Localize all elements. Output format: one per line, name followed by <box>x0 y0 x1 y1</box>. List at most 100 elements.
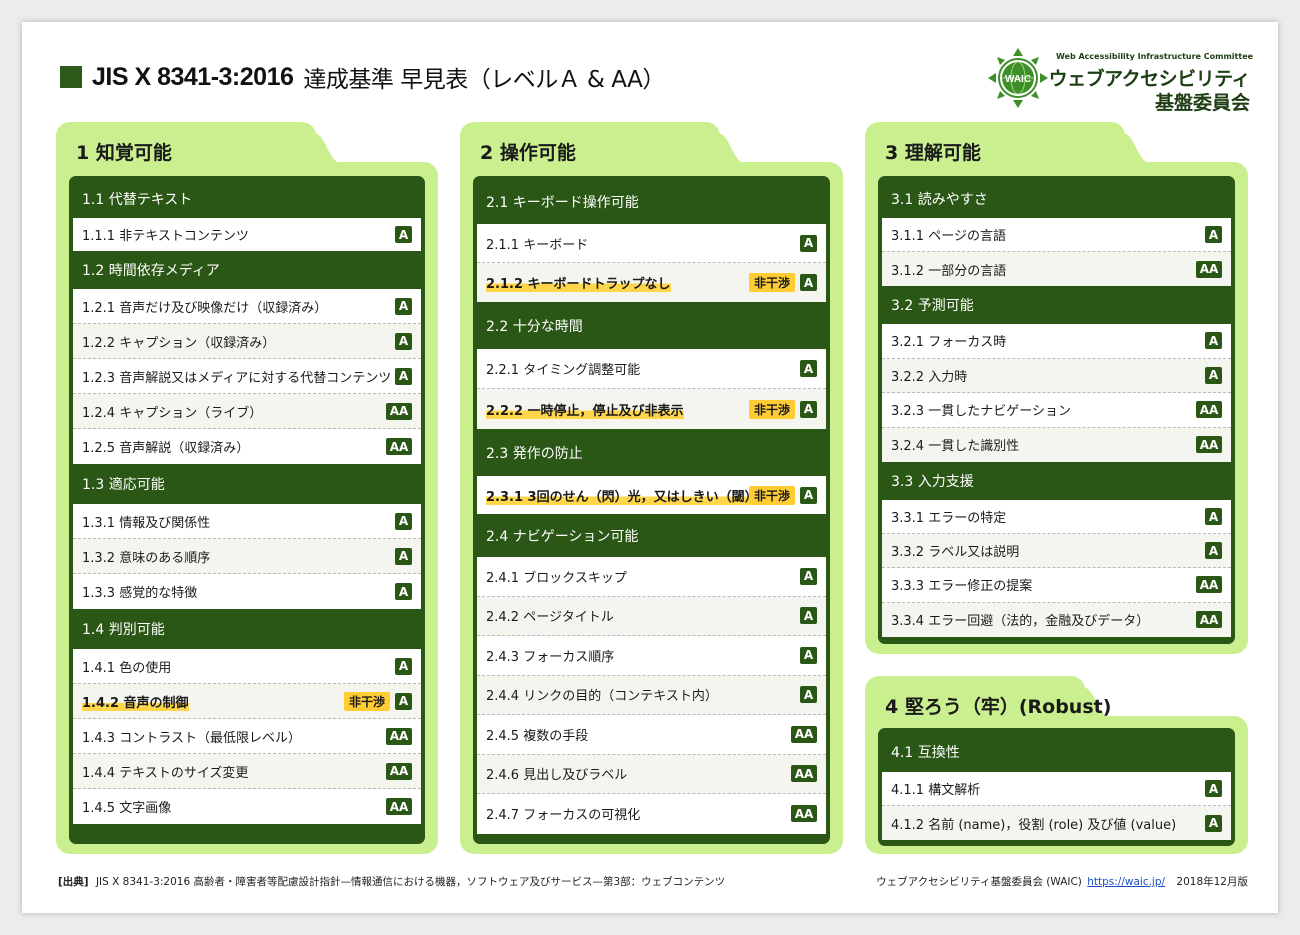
criterion-label-text: 2.4.3 フォーカス順序 <box>486 649 615 665</box>
level-badge: A <box>395 297 412 315</box>
criterion-label: 1.2.1 音声だけ及び映像だけ（収録済み） <box>82 297 395 316</box>
level-badge: A <box>800 274 817 291</box>
criterion-row: 3.2.4 一貫した識別性 AA <box>882 427 1231 462</box>
footer-source-label: [出典] <box>58 876 89 888</box>
criterion-label: 4.1.2 名前 (name)，役割 (role) 及び値 (value) <box>891 814 1205 833</box>
criterion-label: 3.2.2 入力時 <box>891 366 1205 385</box>
logo-japanese-name-1: ウェブアクセシビリティ <box>1048 68 1251 90</box>
criterion-row: 1.2.5 音声解説（収録済み） AA <box>73 429 421 464</box>
principle-title: 1 知覚可能 <box>76 142 172 164</box>
criterion-label: 3.2.1 フォーカス時 <box>891 331 1205 350</box>
waic-logo: WAIC Web Accessibility Infrastructure Co… <box>984 44 1254 116</box>
criterion-row: 2.1.1 キーボード A <box>477 224 826 263</box>
criterion-label: 3.1.2 一部分の言語 <box>891 260 1196 279</box>
criterion-row: 1.3.3 感覚的な特徴 A <box>73 574 421 609</box>
level-badge: AA <box>791 725 817 743</box>
footer-source: [出典] JIS X 8341-3:2016 高齢者・障害者等配慮設計指針—情報… <box>58 874 725 889</box>
level-badge: A <box>395 692 412 710</box>
level-badge: A <box>395 332 412 350</box>
title-square-icon <box>60 66 82 88</box>
noninterference-badge: 非干渉 <box>343 691 390 711</box>
svg-text:WAIC: WAIC <box>1005 74 1031 85</box>
noninterference-badge: 非干渉 <box>748 273 795 292</box>
footer-link[interactable]: https://waic.jp/ <box>1087 876 1165 888</box>
level-badge: A <box>1205 508 1222 526</box>
criterion-row: 2.4.3 フォーカス順序 A <box>477 636 826 676</box>
criterion-label-text: 2.2.2 一時停止，停止及び非表示 <box>486 403 684 419</box>
criterion-row: 1.4.1 色の使用 A <box>73 649 421 684</box>
level-badge: A <box>800 400 817 418</box>
criterion-label: 2.3.1 3回のせん（閃）光，又はしきい（閾）値以下 <box>486 486 749 505</box>
criterion-label: 1.1.1 非テキストコンテンツ <box>82 225 395 244</box>
criterion-label-text: 3.3.2 ラベル又は説明 <box>891 545 1020 561</box>
logo-japanese-name-2: 基盤委員会 <box>1154 92 1250 114</box>
criterion-label-text: 3.3.3 エラー修正の提案 <box>891 579 1033 595</box>
criterion-label-text: 1.4.1 色の使用 <box>82 660 172 676</box>
criterion-row: 1.4.3 コントラスト（最低限レベル） AA <box>73 719 421 754</box>
criterion-label: 3.2.3 一貫したナビゲーション <box>891 400 1196 419</box>
level-badge: A <box>1205 366 1222 384</box>
criterion-row: 1.4.5 文字画像 AA <box>73 789 421 824</box>
principle-title: 2 操作可能 <box>480 142 576 164</box>
level-badge: AA <box>1196 260 1222 278</box>
criterion-label-text: 1.1.1 非テキストコンテンツ <box>82 229 249 244</box>
criterion-label: 2.4.4 リンクの目的（コンテキスト内） <box>486 685 800 704</box>
criterion-label: 3.3.1 エラーの特定 <box>891 507 1205 526</box>
criterion-row: 3.1.1 ページの言語 A <box>882 218 1231 252</box>
criterion-label-text: 2.4.2 ページタイトル <box>486 610 614 626</box>
criterion-row: 1.2.1 音声だけ及び映像だけ（収録済み） A <box>73 289 421 324</box>
criterion-row: 2.4.2 ページタイトル A <box>477 596 826 636</box>
criterion-label: 2.4.2 ページタイトル <box>486 606 800 625</box>
noninterference-badge: 非干渉 <box>748 399 795 419</box>
criterion-row: 1.2.4 キャプション（ライブ） AA <box>73 394 421 429</box>
level-badge: A <box>800 360 817 377</box>
criterion-row: 3.3.2 ラベル又は説明 A <box>882 534 1231 569</box>
level-badge: AA <box>1196 401 1222 419</box>
criterion-row: 1.1.1 非テキストコンテンツ A <box>73 218 421 251</box>
criterion-label-text: 2.4.6 見出し及びラベル <box>486 768 628 784</box>
criterion-row: 2.4.7 フォーカスの可視化 AA <box>477 794 826 834</box>
criterion-label-text: 4.1.1 構文解析 <box>891 783 981 798</box>
criterion-label: 3.2.4 一貫した識別性 <box>891 435 1196 454</box>
criterion-row: 2.4.4 リンクの目的（コンテキスト内） A <box>477 675 826 715</box>
criterion-label-text: 1.3.2 意味のある順序 <box>82 550 211 566</box>
criterion-label-text: 4.1.2 名前 (name)，役割 (role) 及び値 (value) <box>891 817 1177 833</box>
level-badge: A <box>800 234 817 252</box>
criterion-row: 3.2.1 フォーカス時 A <box>882 324 1231 359</box>
criterion-label-text: 2.4.5 複数の手段 <box>486 728 589 744</box>
level-badge: A <box>1205 814 1222 832</box>
footer-publisher: ウェブアクセシビリティ基盤委員会 (WAIC) https://waic.jp/… <box>876 874 1248 889</box>
criterion-label-text: 2.1.1 キーボード <box>486 237 589 253</box>
level-badge: A <box>800 686 817 704</box>
noninterference-badge: 非干渉 <box>748 485 795 505</box>
level-badge: AA <box>386 402 412 420</box>
criterion-label-text: 3.2.4 一貫した識別性 <box>891 439 1020 455</box>
level-badge: A <box>1205 780 1222 797</box>
criterion-row: 2.4.6 見出し及びラベル AA <box>477 754 826 794</box>
level-badge: A <box>395 512 412 530</box>
criterion-label: 1.4.2 音声の制御 <box>82 692 344 711</box>
guideline-heading: 1.4 判別可能 <box>82 622 165 638</box>
criterion-row: 3.3.4 エラー回避（法的，金融及びデータ） AA <box>882 602 1231 637</box>
criterion-label: 2.2.2 一時停止，停止及び非表示 <box>486 400 749 419</box>
level-badge: AA <box>1196 436 1222 454</box>
criterion-label-text: 3.3.1 エラーの特定 <box>891 511 1007 527</box>
title-sub: 達成基準 早見表（レベルＡ & AA） <box>303 67 665 93</box>
level-badge: AA <box>791 805 817 823</box>
guideline-heading: 2.3 発作の防止 <box>486 445 583 462</box>
criterion-label-text: 2.4.7 フォーカスの可視化 <box>486 808 641 824</box>
criterion-label: 1.2.2 キャプション（収録済み） <box>82 332 395 351</box>
footer-edition: 2018年12月版 <box>1176 876 1248 888</box>
criterion-row: 3.3.1 エラーの特定 A <box>882 500 1231 535</box>
level-badge: AA <box>1196 611 1222 629</box>
criterion-label-text: 3.3.4 エラー回避（法的，金融及びデータ） <box>891 614 1150 630</box>
document-title: JIS X 8341-3:2016 達成基準 早見表（レベルＡ & AA） <box>60 60 665 94</box>
criterion-label-text: 1.4.3 コントラスト（最低限レベル） <box>82 730 301 746</box>
criterion-row: 2.1.2 キーボードトラップなし 非干渉 A <box>477 263 826 302</box>
criterion-label-text: 1.2.2 キャプション（収録済み） <box>82 335 276 351</box>
criterion-label-text: 2.4.1 ブロックスキップ <box>486 570 627 586</box>
criterion-label: 1.2.3 音声解説又はメディアに対する代替コンテンツ（収録済み） <box>82 367 395 386</box>
level-badge: A <box>800 486 817 504</box>
criterion-label: 2.1.2 キーボードトラップなし <box>486 273 749 292</box>
logo-english-name: Web Accessibility Infrastructure Committ… <box>1056 52 1254 61</box>
